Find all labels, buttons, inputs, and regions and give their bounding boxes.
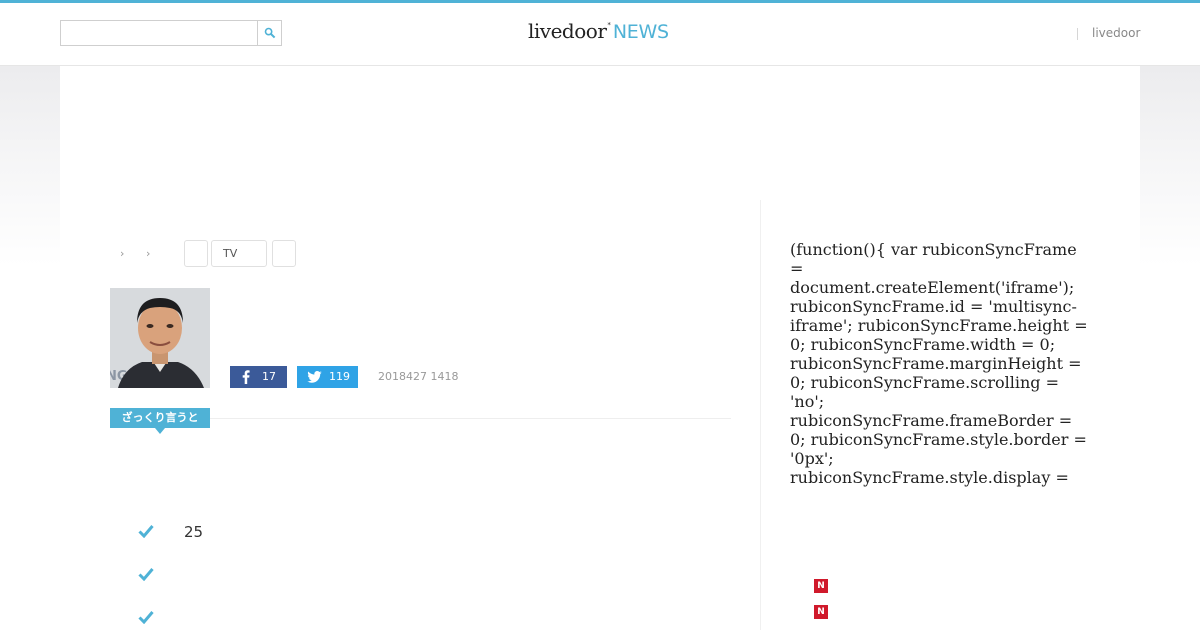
- site-logo[interactable]: livedoor* NEWS: [528, 19, 669, 51]
- summary-point: [138, 607, 718, 629]
- news-badge[interactable]: N: [814, 605, 828, 619]
- facebook-count: 17: [262, 370, 276, 383]
- search-input[interactable]: [61, 21, 258, 45]
- breadcrumb-arrow: ›: [120, 247, 125, 260]
- summary-point: 25: [138, 521, 718, 543]
- content-container: › › TV NG 17 119 2018427 1418 ざっくり言うと 25…: [60, 66, 1140, 630]
- sidebar-divider: [760, 200, 761, 630]
- article-thumbnail[interactable]: NG: [110, 288, 210, 388]
- category-tag[interactable]: [184, 240, 208, 267]
- logo-news: NEWS: [612, 21, 669, 43]
- sidebar: (function(){ var rubiconSyncFrame = docu…: [790, 240, 1090, 630]
- summary-point-text: 25: [184, 523, 204, 541]
- check-icon: [138, 525, 154, 538]
- facebook-share-button[interactable]: 17: [230, 366, 287, 388]
- check-icon: [138, 568, 154, 581]
- breadcrumb-arrow: ›: [146, 247, 151, 260]
- check-icon: [138, 611, 154, 624]
- twitter-count: 119: [329, 370, 350, 383]
- site-header: livedoor* NEWS livedoor: [0, 3, 1200, 66]
- livedoor-link[interactable]: livedoor: [1092, 26, 1140, 40]
- portrait-image: NG: [110, 288, 210, 388]
- publish-date: 2018427 1418: [378, 370, 459, 383]
- logo-livedoor: livedoor: [528, 19, 607, 43]
- twitter-share-button[interactable]: 119: [297, 366, 358, 388]
- summary-point: [138, 564, 718, 586]
- twitter-icon: [307, 371, 322, 383]
- category-tag-tv[interactable]: TV: [211, 240, 267, 267]
- search-button[interactable]: [257, 21, 281, 45]
- search-box: [60, 20, 282, 46]
- summary-label: ざっくり言うと: [110, 408, 210, 434]
- search-icon: [264, 27, 276, 39]
- article-main: › › TV NG 17 119 2018427 1418 ざっくり言うと 25: [110, 200, 731, 630]
- category-tag[interactable]: [272, 240, 296, 267]
- header-divider: [1077, 28, 1078, 40]
- logo-star: *: [607, 21, 611, 29]
- news-badge[interactable]: N: [814, 579, 828, 593]
- sidebar-script-text: (function(){ var rubiconSyncFrame = docu…: [790, 240, 1088, 488]
- ad-area: [60, 66, 1140, 200]
- facebook-icon: [242, 370, 250, 384]
